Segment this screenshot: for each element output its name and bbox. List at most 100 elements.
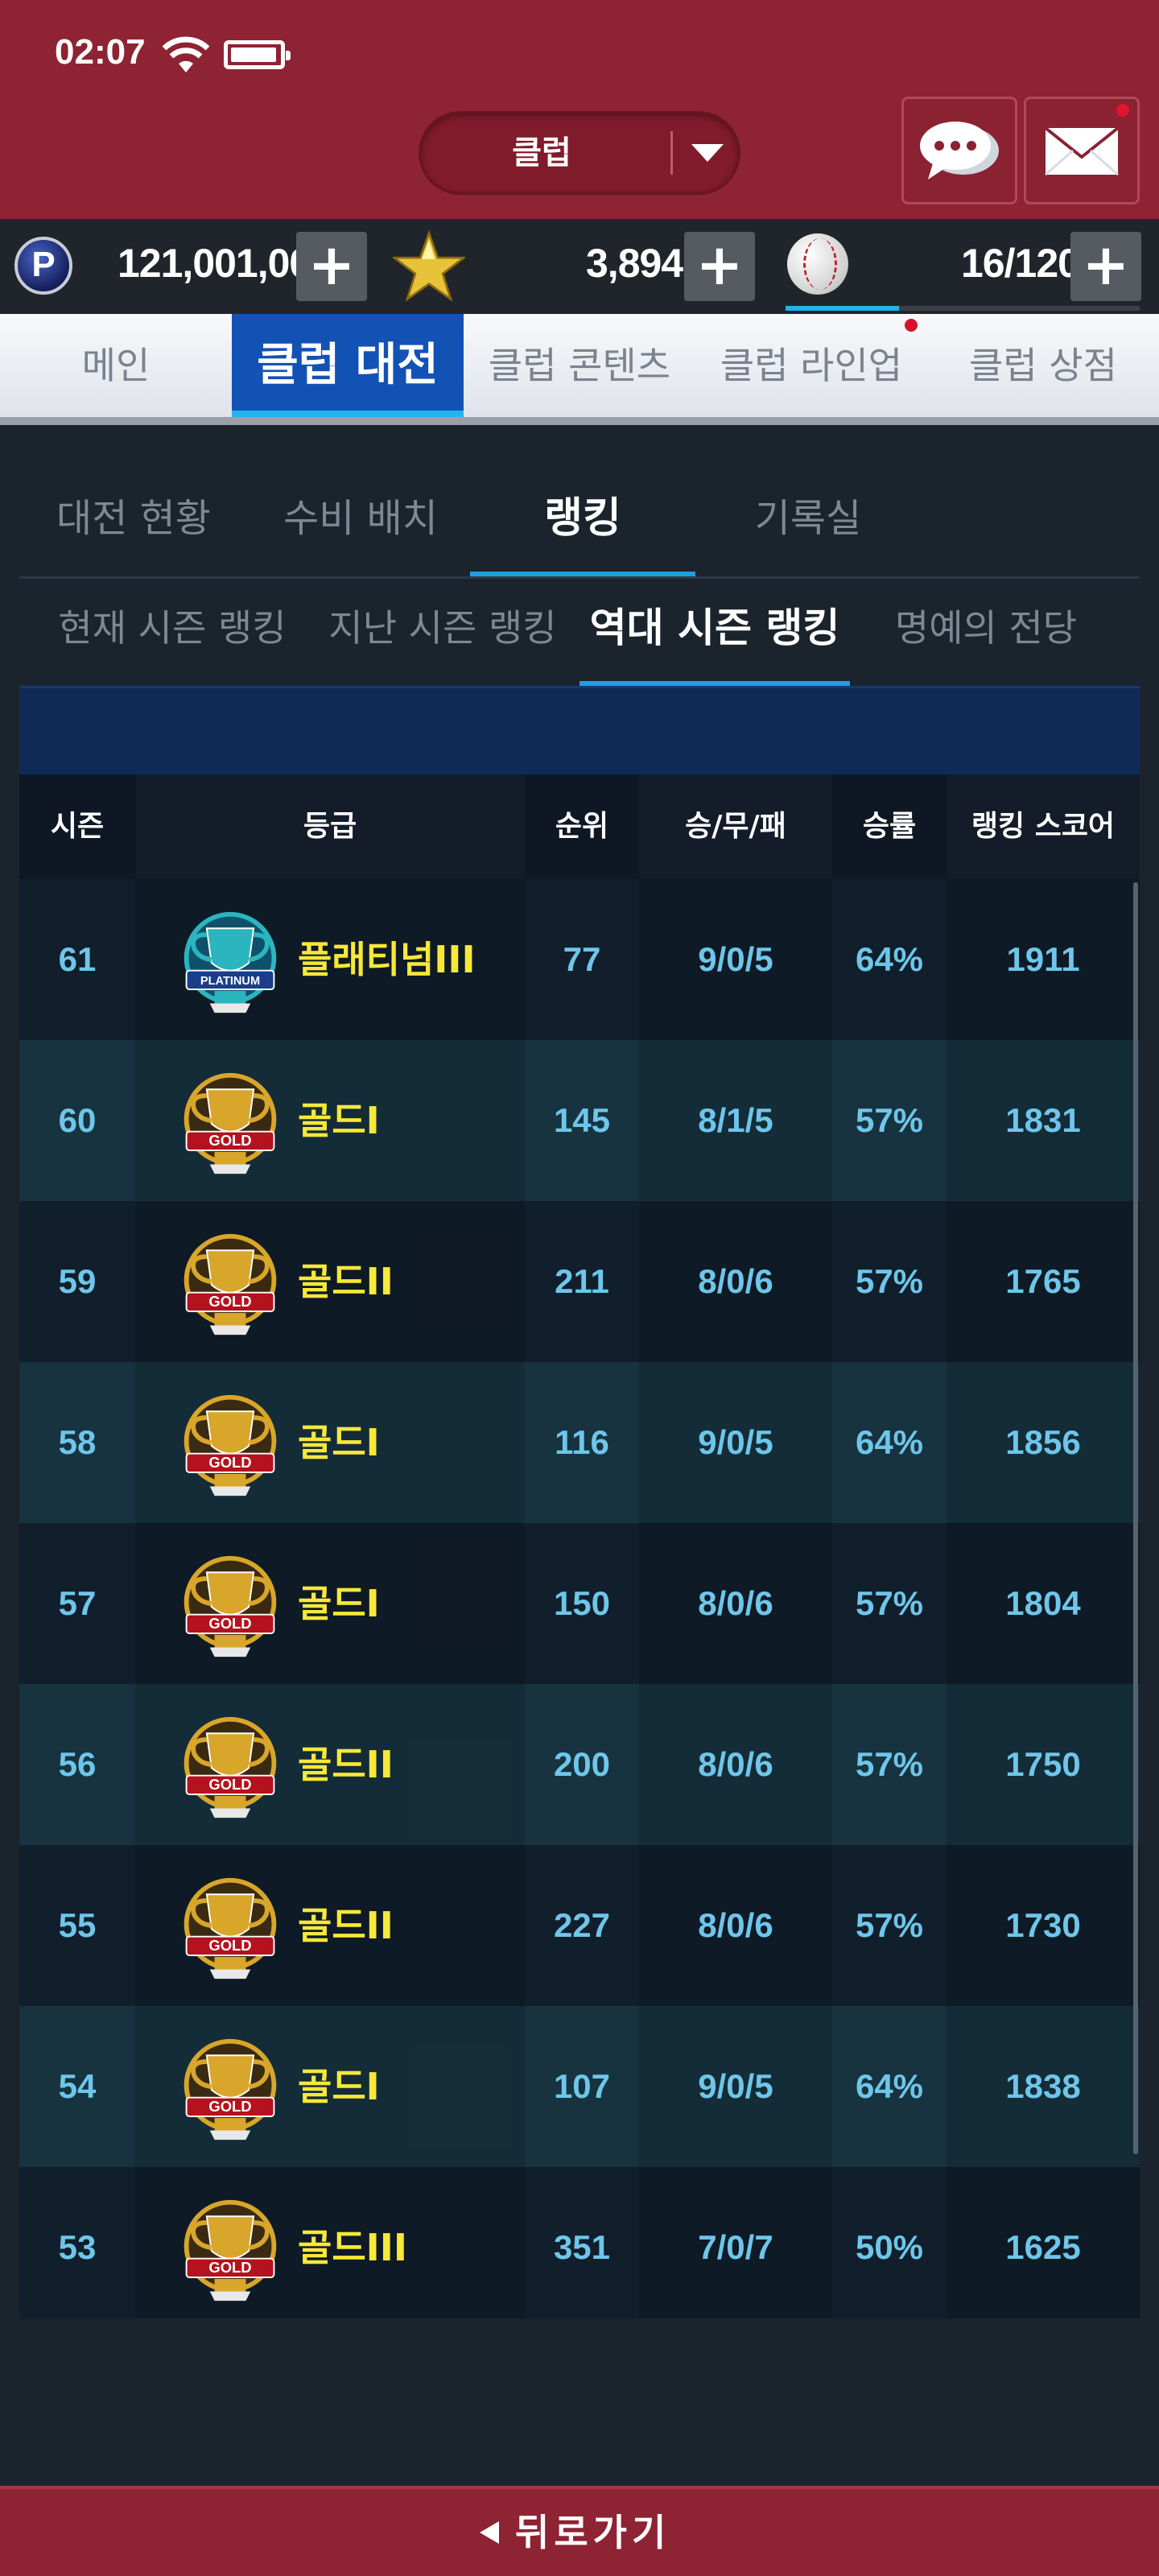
subtab-ranking[interactable]: 랭킹 [470, 478, 695, 559]
score-cell: 1730 [947, 1845, 1140, 2006]
table-row[interactable]: 56 200 8/0/6 57% 1750 GOLD 골드II [19, 1684, 1140, 1845]
stamina-progress [786, 306, 1140, 311]
notification-dot [1116, 104, 1129, 117]
table-row[interactable]: 59 211 8/0/6 57% 1765 GOLD 골드II [19, 1201, 1140, 1362]
tab-club-lineup[interactable]: 클럽 라인업 [695, 314, 927, 417]
ranking-tab-last[interactable]: 지난 시즌 랭킹 [314, 588, 571, 668]
col-season: 시즌 [50, 810, 105, 843]
grade-name: 골드II [298, 1743, 394, 1786]
table-row[interactable]: 53 351 7/0/7 50% 1625 GOLD 골드III [19, 2167, 1140, 2318]
winrate-cell: 57% [855, 1745, 924, 1783]
rank-cell: 77 [563, 940, 601, 978]
wifi-icon [162, 36, 210, 72]
table-row[interactable]: 57 150 8/0/6 57% 1804 GOLD 골드I [19, 1523, 1140, 1684]
season-cell: 55 [58, 1906, 97, 1944]
tab-club-content[interactable]: 클럽 콘텐츠 [464, 314, 695, 417]
winrate-cell: 57% [855, 1262, 924, 1300]
stamina-value: 16/120 [961, 241, 1080, 286]
status-time: 02:07 [55, 32, 146, 72]
season-cell: 58 [58, 1423, 97, 1461]
club-dropdown-label: 클럽 [512, 134, 571, 171]
battery-icon [224, 40, 291, 69]
record-cell: 8/0/6 [639, 1684, 832, 1845]
table-banner [19, 686, 1140, 774]
grade-name: 골드I [298, 1582, 380, 1625]
currency-bar: P 121,001,001 + 3,894 + 16/120 + [0, 219, 1159, 314]
col-grade: 등급 [135, 774, 525, 879]
table-row[interactable]: 54 107 9/0/5 64% 1838 GOLD 골드I [19, 2006, 1140, 2167]
grade-name: 골드I [298, 1421, 380, 1464]
table-header: 시즌 등급 순위 승/무/패 승률 랭킹 스코어 [19, 774, 1140, 879]
badge-label: GOLD [208, 1293, 251, 1310]
grade-name: 골드II [298, 1904, 394, 1947]
table-row[interactable]: 58 116 9/0/5 64% 1856 GOLD 골드I [19, 1362, 1140, 1523]
grade-name: 골드I [298, 1099, 380, 1142]
col-rank: 순위 [555, 810, 609, 843]
platinum-badge-icon: PLATINUM [184, 911, 277, 1013]
table-scrollbar[interactable] [1133, 882, 1138, 2154]
winrate-cell: 57% [855, 1584, 924, 1622]
mail-button[interactable] [1024, 97, 1140, 204]
tab-main[interactable]: 메인 [0, 314, 232, 417]
winrate-cell: 57% [855, 1101, 924, 1139]
back-button[interactable]: 뒤로가기 [0, 2486, 1159, 2576]
badge-label: GOLD [208, 2098, 251, 2115]
grade-name: 플래티넘III [298, 938, 476, 981]
rank-cell: 107 [553, 2067, 611, 2105]
ranking-table: 61 77 9/0/5 64% 1911 PLATINUM 플래티넘III 60 145 8/1/… [19, 879, 1140, 2318]
season-cell: 60 [58, 1101, 97, 1139]
winrate-cell: 64% [855, 2067, 924, 2105]
ranking-tab-hall-of-fame[interactable]: 명예의 전당 [853, 588, 1119, 668]
baseball-icon [787, 233, 848, 295]
rank-cell: 116 [555, 1423, 609, 1461]
score-cell: 1831 [947, 1040, 1140, 1201]
notification-dot [905, 319, 918, 332]
chat-button[interactable] [901, 97, 1017, 204]
season-cell: 57 [58, 1584, 97, 1622]
table-row[interactable]: 60 145 8/1/5 57% 1831 GOLD 골드I [19, 1040, 1140, 1201]
badge-label: GOLD [208, 2259, 251, 2276]
add-points-button[interactable]: + [296, 232, 367, 301]
subtab-battle-status[interactable]: 대전 현황 [19, 478, 248, 559]
gold-badge-icon: GOLD [184, 2038, 277, 2140]
subtab-defense[interactable]: 수비 배치 [246, 478, 475, 559]
winrate-cell: 64% [855, 940, 924, 978]
stars-value: 3,894 [586, 241, 683, 286]
ranking-tab-current[interactable]: 현재 시즌 랭킹 [43, 588, 301, 668]
rank-cell: 150 [553, 1584, 611, 1622]
rank-cell: 200 [553, 1745, 611, 1783]
stamina-progress-fill [786, 306, 899, 311]
record-cell: 9/0/5 [639, 1362, 832, 1523]
record-cell: 8/1/5 [639, 1040, 832, 1201]
tab-club-shop[interactable]: 클럽 상점 [927, 314, 1159, 417]
record-cell: 8/0/6 [639, 1201, 832, 1362]
record-cell: 9/0/5 [639, 2006, 832, 2167]
subtab-divider [19, 576, 1140, 579]
points-coin-icon: P [14, 237, 72, 295]
gold-badge-icon: GOLD [184, 1555, 277, 1657]
score-cell: 1911 [947, 879, 1140, 1040]
season-cell: 54 [58, 2067, 97, 2105]
ranking-tab-alltime[interactable]: 역대 시즌 랭킹 [580, 588, 850, 668]
grade-name: 골드III [298, 2226, 407, 2269]
table-row[interactable]: 61 77 9/0/5 64% 1911 PLATINUM 플래티넘III [19, 879, 1140, 1040]
add-stars-button[interactable]: + [684, 232, 755, 301]
col-record: 승/무/패 [639, 774, 832, 879]
add-stamina-button[interactable]: + [1070, 232, 1141, 301]
subtab-records[interactable]: 기록실 [695, 478, 921, 559]
badge-label: GOLD [208, 1615, 251, 1632]
star-icon [393, 230, 465, 302]
gold-badge-icon: GOLD [184, 1394, 277, 1496]
tab-club-battle[interactable]: 클럽 대전 [232, 314, 464, 417]
badge-label: GOLD [208, 1454, 251, 1471]
dropdown-divider [670, 131, 673, 175]
score-cell: 1856 [947, 1362, 1140, 1523]
col-score: 랭킹 스코어 [947, 774, 1140, 879]
grade-name: 골드II [298, 1260, 394, 1303]
club-dropdown[interactable]: 클럽 [419, 111, 740, 195]
back-label: 뒤로가기 [515, 2511, 671, 2554]
table-row[interactable]: 55 227 8/0/6 57% 1730 GOLD 골드II [19, 1845, 1140, 2006]
gold-badge-icon: GOLD [184, 1072, 277, 1174]
winrate-cell: 64% [855, 1423, 924, 1461]
record-cell: 8/0/6 [639, 1845, 832, 2006]
